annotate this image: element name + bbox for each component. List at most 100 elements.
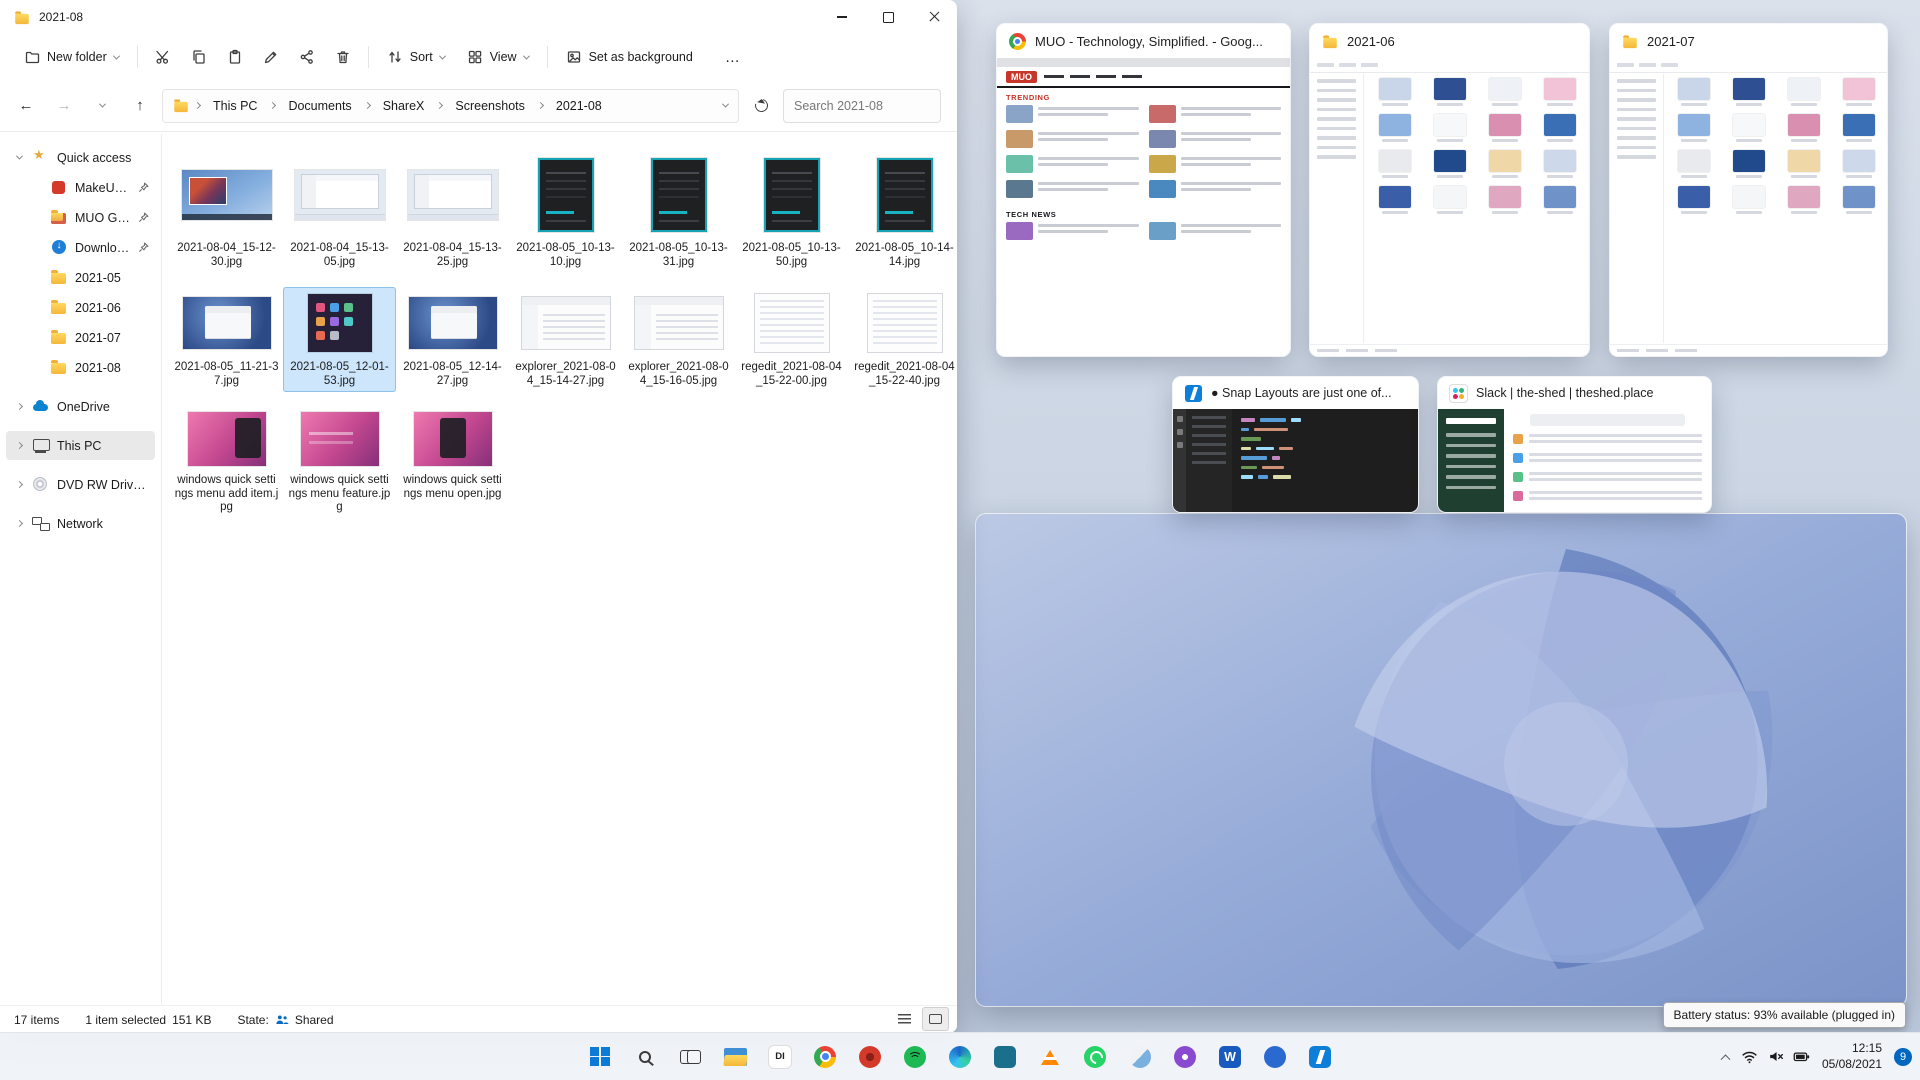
sidebar-item-2021-05[interactable]: 2021-05 — [6, 263, 155, 292]
sidebar-item-this-pc[interactable]: This PC — [6, 431, 155, 460]
taskbar-app-pink-button[interactable] — [1120, 1036, 1160, 1078]
taskbar-chrome-button[interactable] — [805, 1036, 845, 1078]
file-item[interactable]: 2021-08-05_10-13-50.jpg — [735, 150, 848, 273]
share-button[interactable] — [290, 41, 324, 73]
chevron-right-icon[interactable] — [14, 402, 25, 411]
title-bar[interactable]: 2021-08 — [0, 0, 957, 34]
taskbar-file-explorer-button[interactable] — [715, 1036, 755, 1078]
sidebar-item-2021-08[interactable]: 2021-08 — [6, 353, 155, 382]
minimize-button[interactable] — [819, 0, 865, 34]
breadcrumb-item[interactable]: 2021-08 — [549, 96, 609, 116]
breadcrumb-item[interactable]: ShareX — [376, 96, 432, 116]
sort-button[interactable]: Sort — [377, 42, 455, 72]
tray-status-icons[interactable] — [1741, 1048, 1810, 1065]
taskbar-vlc-button[interactable] — [1030, 1036, 1070, 1078]
search-input[interactable] — [783, 88, 941, 123]
taskbar-spotify-button[interactable] — [895, 1036, 935, 1078]
cut-button[interactable] — [146, 41, 180, 73]
sidebar-item-dvd-rw-drive-d-a[interactable]: DVD RW Drive (D:) A — [6, 470, 155, 499]
file-item[interactable]: 2021-08-04_15-13-05.jpg — [283, 150, 396, 273]
pin-icon — [138, 212, 149, 223]
file-item[interactable]: 2021-08-05_12-14-27.jpg — [396, 287, 509, 392]
sidebar-item-label: 2021-06 — [75, 300, 121, 315]
thumbnail-view-button[interactable] — [922, 1007, 949, 1031]
file-item[interactable]: 2021-08-05_11-21-37.jpg — [170, 287, 283, 392]
chevron-down-icon[interactable] — [14, 152, 25, 160]
location-folder-icon — [174, 99, 188, 113]
file-name: 2021-08-05_10-13-50.jpg — [742, 242, 841, 268]
notification-badge[interactable]: 9 — [1894, 1047, 1912, 1066]
chevron-right-icon[interactable] — [14, 441, 25, 450]
file-item[interactable]: explorer_2021-08-04_15-14-27.jpg — [509, 287, 622, 392]
maximize-button[interactable] — [865, 0, 911, 34]
taskbar-podcasts-button[interactable] — [1165, 1036, 1205, 1078]
sidebar-item-2021-07[interactable]: 2021-07 — [6, 323, 155, 352]
back-button[interactable]: ← — [10, 90, 42, 122]
file-item[interactable]: 2021-08-05_12-01-53.jpg — [283, 287, 396, 393]
file-item[interactable]: 2021-08-04_15-12-30.jpg — [170, 150, 283, 273]
snap-card-slack[interactable]: Slack | the-shed | theshed.place — [1437, 376, 1712, 513]
close-button[interactable] — [911, 0, 957, 34]
sidebar-item-onedrive[interactable]: OneDrive — [6, 392, 155, 421]
more-options-button[interactable]: … — [715, 45, 751, 70]
taskbar-app-teal-button[interactable] — [985, 1036, 1025, 1078]
file-name: 2021-08-04_15-13-05.jpg — [290, 242, 389, 268]
taskbar-app-blue-button[interactable] — [1255, 1036, 1295, 1078]
snap-card-explorer-2021-06[interactable]: 2021-06 — [1309, 23, 1590, 357]
state-value: Shared — [294, 1012, 334, 1027]
forward-button[interactable]: → — [48, 90, 80, 122]
sidebar-item-downloads[interactable]: Downloads — [6, 233, 155, 262]
address-bar[interactable]: This PC Documents ShareX Screenshots 2021-08 — [162, 88, 739, 123]
snap-card-vscode[interactable]: ● Snap Layouts are just one of... — [1172, 376, 1419, 513]
file-item[interactable]: explorer_2021-08-04_15-16-05.jpg — [622, 287, 735, 392]
address-dropdown-icon[interactable] — [721, 100, 730, 108]
refresh-button[interactable] — [745, 90, 777, 122]
file-item[interactable]: windows quick settings menu open.jpg — [396, 406, 509, 519]
recent-locations-button[interactable] — [86, 90, 118, 122]
taskbar-muo-button[interactable] — [850, 1036, 890, 1078]
file-item[interactable]: 2021-08-05_10-13-10.jpg — [509, 150, 622, 273]
delete-button[interactable] — [326, 41, 360, 73]
file-name: 2021-08-05_12-14-27.jpg — [403, 361, 502, 387]
file-explorer-window: 2021-08 New folder Sort View Set as back… — [0, 0, 957, 1033]
snap-card-chrome[interactable]: MUO - Technology, Simplified. - Goog... … — [996, 23, 1291, 357]
file-item[interactable]: regedit_2021-08-04_15-22-40.jpg — [848, 287, 957, 392]
file-item[interactable]: windows quick settings menu add item.jpg — [170, 406, 283, 519]
set-as-background-button[interactable]: Set as background — [556, 42, 703, 72]
new-folder-button[interactable]: New folder — [14, 42, 129, 72]
file-item[interactable]: regedit_2021-08-04_15-22-00.jpg — [735, 287, 848, 392]
sidebar-item-network[interactable]: Network — [6, 509, 155, 538]
breadcrumb-item[interactable]: Screenshots — [448, 96, 531, 116]
taskbar-vscode-button[interactable] — [1300, 1036, 1340, 1078]
taskbar-word-button[interactable]: W — [1210, 1036, 1250, 1078]
new-folder-icon — [25, 51, 40, 64]
chevron-right-icon[interactable] — [14, 519, 25, 528]
taskbar-clock[interactable]: 12:15 05/08/2021 — [1822, 1041, 1882, 1072]
rename-button[interactable] — [254, 41, 288, 73]
taskbar-whatsapp-button[interactable] — [1075, 1036, 1115, 1078]
sidebar-item-makeuseof[interactable]: MakeUseOf — [6, 173, 155, 202]
file-item[interactable]: windows quick settings menu feature.jpg — [283, 406, 396, 519]
pink-app-icon — [1129, 1045, 1151, 1068]
paste-button[interactable] — [218, 41, 252, 73]
copy-button[interactable] — [182, 41, 216, 73]
chevron-right-icon[interactable] — [14, 480, 25, 489]
breadcrumb-item[interactable]: Documents — [281, 96, 358, 116]
sidebar-item-quick-access[interactable]: Quick access — [6, 143, 155, 172]
show-hidden-icons-button[interactable] — [1720, 1054, 1731, 1065]
taskbar-task-view-button[interactable] — [670, 1036, 710, 1078]
taskbar-app-di-button[interactable]: DI — [760, 1036, 800, 1078]
taskbar-start-button[interactable] — [580, 1036, 620, 1078]
file-item[interactable]: 2021-08-05_10-13-31.jpg — [622, 150, 735, 273]
snap-card-explorer-2021-07[interactable]: 2021-07 — [1609, 23, 1888, 357]
view-button[interactable]: View — [457, 42, 539, 72]
up-button[interactable]: ↑ — [124, 90, 156, 122]
breadcrumb-item[interactable]: This PC — [206, 96, 264, 116]
taskbar-edge-button[interactable] — [940, 1036, 980, 1078]
taskbar-search-button[interactable] — [625, 1036, 665, 1078]
file-item[interactable]: 2021-08-04_15-13-25.jpg — [396, 150, 509, 273]
details-view-button[interactable] — [891, 1007, 918, 1031]
file-item[interactable]: 2021-08-05_10-14-14.jpg — [848, 150, 957, 273]
sidebar-item-muo-gd-screen[interactable]: MUO GD Screen — [6, 203, 155, 232]
sidebar-item-2021-06[interactable]: 2021-06 — [6, 293, 155, 322]
